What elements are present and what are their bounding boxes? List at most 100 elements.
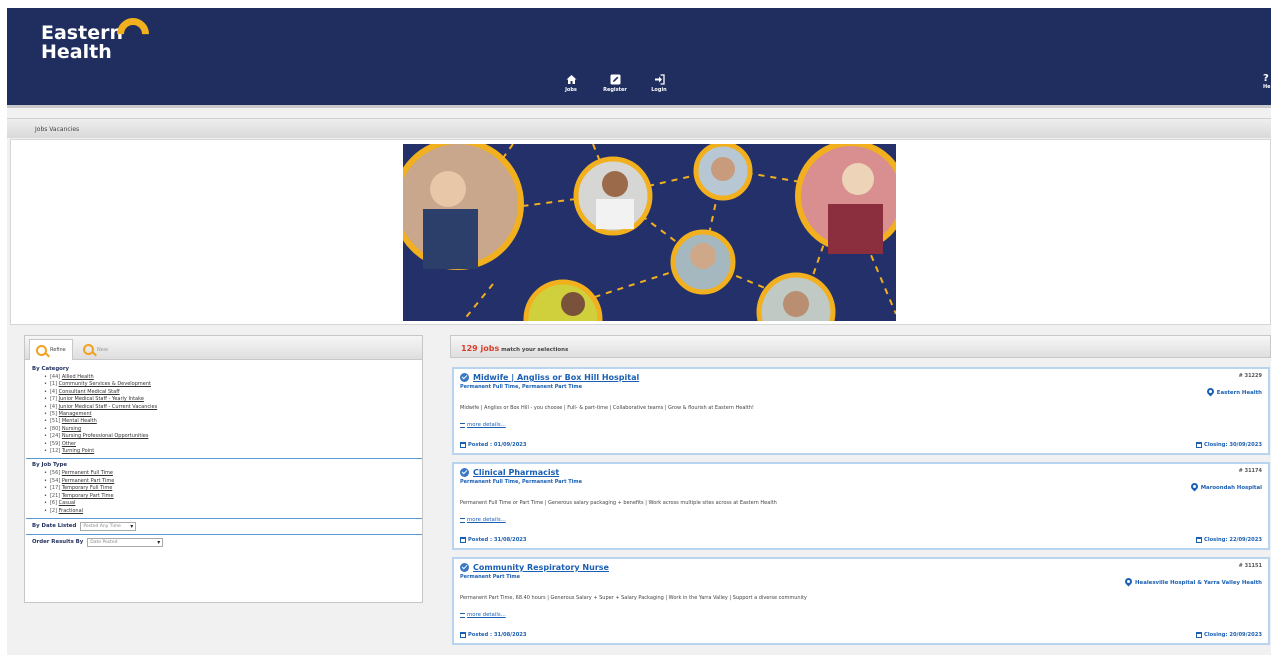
jobtype-link[interactable]: Permanent Full Time bbox=[62, 470, 113, 476]
category-link[interactable]: Allied Health bbox=[62, 374, 94, 380]
tab-new-label: New bbox=[97, 346, 108, 353]
job-type: Permanent Full Time, Permanent Part Time bbox=[460, 384, 582, 390]
job-title-link[interactable]: Clinical Pharmacist bbox=[473, 468, 559, 477]
tab-new[interactable]: New bbox=[77, 339, 114, 360]
category-link[interactable]: Other bbox=[62, 441, 76, 447]
nav-jobs-label: Jobs bbox=[565, 87, 577, 93]
category-link[interactable]: Junior Medical Staff - Current Vacancies bbox=[59, 404, 158, 410]
job-reference: # 31151 bbox=[1238, 563, 1262, 569]
category-link[interactable]: Management bbox=[59, 411, 92, 417]
category-item: [4] Consultant Medical Staff bbox=[44, 389, 416, 396]
category-item: [51] Mental Health bbox=[44, 418, 416, 425]
job-title-link[interactable]: Midwife | Angliss or Box Hill Hospital bbox=[473, 373, 639, 382]
help-button[interactable]: ? He bbox=[1263, 74, 1271, 92]
jobtype-link[interactable]: Permanent Part Time bbox=[62, 478, 114, 484]
more-details-label: more details... bbox=[467, 612, 506, 618]
closing-date: Closing: 30/09/2023 bbox=[1196, 442, 1262, 448]
category-link[interactable]: Consultant Medical Staff bbox=[59, 389, 120, 395]
results-panel: 129 jobs match your selections Midwife |… bbox=[450, 335, 1271, 655]
jobtype-link[interactable]: Casual bbox=[59, 500, 76, 506]
nav-jobs[interactable]: Jobs bbox=[556, 74, 586, 93]
list-icon bbox=[460, 422, 465, 428]
section-title: Jobs Vacancies bbox=[7, 118, 1271, 138]
home-icon bbox=[566, 75, 576, 84]
results-count: 129 jobs bbox=[461, 344, 500, 353]
jobtype-item: [56] Permanent Full Time bbox=[44, 470, 416, 477]
order-results-select[interactable]: Date Posted ▾ bbox=[87, 537, 164, 547]
login-icon bbox=[654, 74, 665, 85]
category-count: [4] bbox=[49, 403, 58, 410]
closing-date-text: Closing: 30/09/2023 bbox=[1204, 442, 1262, 448]
category-item: [80] Nursing bbox=[44, 426, 416, 433]
closing-date-text: Closing: 20/09/2023 bbox=[1204, 632, 1262, 638]
nav-register[interactable]: Register bbox=[600, 74, 630, 93]
refine-tabs: Refine New bbox=[25, 336, 422, 360]
job-title-row: Midwife | Angliss or Box Hill Hospital bbox=[460, 373, 1262, 382]
verified-badge-icon bbox=[460, 563, 469, 572]
map-pin-icon bbox=[1207, 388, 1214, 397]
header-divider bbox=[7, 105, 1271, 108]
category-link[interactable]: Mental Health bbox=[62, 418, 97, 424]
jobtype-count: [21] bbox=[49, 492, 61, 499]
date-listed-label: By Date Listed bbox=[32, 523, 77, 530]
logo-line-2: Health bbox=[41, 41, 112, 63]
search-icon bbox=[36, 344, 47, 356]
chevron-down-icon: ▾ bbox=[157, 538, 161, 546]
posted-date: Posted : 31/08/2023 bbox=[460, 537, 527, 543]
more-details-link[interactable]: more details... bbox=[460, 612, 1262, 618]
tab-refine[interactable]: Refine bbox=[29, 339, 73, 360]
jobtype-item: [17] Temporary Full Time bbox=[44, 485, 416, 492]
jobtype-count: [6] bbox=[49, 500, 58, 507]
category-item: [7] Junior Medical Staff - Yearly Intake bbox=[44, 396, 416, 403]
jobtype-count: [17] bbox=[49, 485, 61, 492]
job-card: Clinical Pharmacist Permanent Full Time,… bbox=[452, 462, 1270, 550]
category-count: [12] bbox=[49, 448, 61, 455]
jobtype-link[interactable]: Fractional bbox=[59, 508, 83, 514]
posted-date-text: Posted : 31/08/2023 bbox=[468, 537, 527, 543]
category-link[interactable]: Nursing Professional Opportunities bbox=[62, 433, 149, 439]
date-listed-select[interactable]: Posted Any Time ▾ bbox=[80, 521, 137, 531]
job-location-text: Healesville Hospital & Yarra Valley Heal… bbox=[1135, 579, 1262, 586]
more-details-label: more details... bbox=[467, 422, 506, 428]
calendar-icon bbox=[1196, 442, 1203, 448]
jobtype-count: [56] bbox=[49, 470, 61, 477]
category-link[interactable]: Turning Point bbox=[62, 448, 94, 454]
job-description: Permanent Part Time, 68.40 hours | Gener… bbox=[460, 595, 807, 601]
results-summary: 129 jobs match your selections bbox=[450, 335, 1271, 358]
category-count: [51] bbox=[49, 418, 61, 425]
job-title-link[interactable]: Community Respiratory Nurse bbox=[473, 563, 609, 572]
help-label: He bbox=[1263, 84, 1271, 90]
nav-login-label: Login bbox=[651, 87, 667, 93]
category-link[interactable]: Junior Medical Staff - Yearly Intake bbox=[59, 396, 144, 402]
eastern-health-logo[interactable]: Eastern Health bbox=[41, 11, 156, 63]
map-pin-icon bbox=[1191, 483, 1198, 492]
order-results-label: Order Results By bbox=[32, 539, 84, 546]
jobtype-item: [6] Casual bbox=[44, 500, 416, 507]
nav-login[interactable]: Login bbox=[644, 74, 674, 93]
category-link[interactable]: Nursing bbox=[62, 426, 81, 432]
staff-collage-banner bbox=[403, 144, 896, 321]
job-list: Midwife | Angliss or Box Hill Hospital P… bbox=[452, 367, 1271, 652]
jobtype-link[interactable]: Temporary Full Time bbox=[62, 485, 112, 491]
category-link[interactable]: Community Services & Development bbox=[59, 381, 151, 387]
calendar-icon bbox=[460, 632, 466, 638]
job-type: Permanent Full Time, Permanent Part Time bbox=[460, 479, 582, 485]
job-description: Permanent Full Time or Part Time | Gener… bbox=[460, 500, 777, 506]
calendar-icon bbox=[460, 537, 466, 543]
list-icon bbox=[460, 517, 465, 523]
category-item: [12] Turning Point bbox=[44, 448, 416, 455]
tab-refine-label: Refine bbox=[50, 347, 66, 353]
jobtype-item: [2] Fractional bbox=[44, 508, 416, 515]
job-location: Eastern Health bbox=[1207, 388, 1262, 397]
category-item: [24] Nursing Professional Opportunities bbox=[44, 433, 416, 440]
date-listed-value: Posted Any Time bbox=[83, 523, 121, 529]
more-details-link[interactable]: more details... bbox=[460, 517, 1262, 523]
job-location: Maroondah Hospital bbox=[1191, 483, 1262, 492]
jobtype-heading: By Job Type bbox=[32, 462, 68, 469]
more-details-link[interactable]: more details... bbox=[460, 422, 1262, 428]
jobtype-list: [56] Permanent Full Time [54] Permanent … bbox=[32, 470, 416, 514]
category-count: [24] bbox=[49, 433, 61, 440]
jobtype-link[interactable]: Temporary Part Time bbox=[62, 493, 114, 499]
job-card: Community Respiratory Nurse Permanent Pa… bbox=[452, 557, 1270, 645]
calendar-icon bbox=[460, 442, 466, 448]
